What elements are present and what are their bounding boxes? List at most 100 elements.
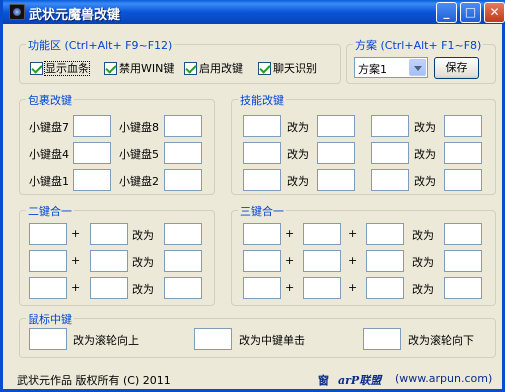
copyright-text: 武状元作品 版权所有 (C) 2011 [17, 374, 171, 387]
skill-to-input[interactable] [317, 142, 355, 164]
enable-remap-checkbox[interactable]: 启用改键 [184, 60, 243, 76]
plus-label: + [348, 254, 358, 267]
combo-key-input[interactable] [366, 277, 404, 299]
wheel-up-input[interactable] [29, 328, 67, 350]
chat-detect-checkbox[interactable]: 聊天识别 [258, 60, 317, 76]
two-key-combo-legend: 二键合一 [26, 203, 74, 219]
save-button[interactable]: 保存 [434, 57, 479, 79]
mouse-middle-legend: 鼠标中键 [26, 311, 74, 327]
numpad4-label: 小键盘4 [29, 148, 69, 161]
change-to-label: 改为 [412, 229, 434, 242]
change-to-label: 改为 [287, 121, 309, 134]
change-to-label: 改为 [414, 148, 436, 161]
combo-key-input[interactable] [29, 223, 67, 245]
numpad5-input[interactable] [164, 142, 202, 164]
skill-from-input[interactable] [243, 142, 281, 164]
change-to-label: 改为 [412, 283, 434, 296]
change-to-label: 改为 [414, 121, 436, 134]
plus-label: + [71, 254, 81, 267]
combo-key-input[interactable] [29, 277, 67, 299]
change-to-label: 改为 [414, 175, 436, 188]
plus-label: + [348, 227, 358, 240]
numpad1-label: 小键盘1 [29, 175, 69, 188]
scheme-legend: 方案 (Ctrl+Alt+ F1~F8) [353, 37, 484, 53]
maximize-button[interactable]: □ [460, 2, 481, 23]
arp-logo[interactable]: arP联盟 [338, 372, 381, 388]
skill-to-input[interactable] [444, 115, 482, 137]
checkbox-checked-icon [104, 61, 117, 75]
show-hp-bar-checkbox[interactable]: 显示血条 [30, 60, 90, 76]
plus-label: + [348, 281, 358, 294]
combo-result-input[interactable] [164, 277, 202, 299]
skill-remap-legend: 技能改键 [238, 92, 286, 108]
combo-key-input[interactable] [303, 223, 341, 245]
wheel-down-input[interactable] [363, 328, 401, 350]
website-link[interactable]: (www.arpun.com) [395, 372, 492, 385]
disable-win-key-checkbox[interactable]: 禁用WIN键 [104, 60, 174, 76]
change-to-label: 改为 [132, 283, 154, 296]
plus-label: + [71, 281, 81, 294]
numpad8-input[interactable] [164, 115, 202, 137]
middle-click-input[interactable] [194, 328, 232, 350]
change-to-label: 改为 [287, 175, 309, 188]
change-to-label: 改为 [132, 229, 154, 242]
combo-key-input[interactable] [366, 223, 404, 245]
pack-remap-legend: 包裹改键 [26, 92, 74, 108]
skill-from-input[interactable] [371, 115, 409, 137]
skill-from-input[interactable] [371, 142, 409, 164]
combo-key-input[interactable] [243, 250, 281, 272]
skill-from-input[interactable] [243, 169, 281, 191]
plus-label: + [285, 281, 295, 294]
numpad5-label: 小键盘5 [119, 148, 159, 161]
link-icon[interactable]: 窗 [318, 372, 329, 388]
title-bar[interactable]: 武状元魔兽改键 _ □ ✕ [3, 0, 505, 24]
combo-key-input[interactable] [303, 277, 341, 299]
numpad7-input[interactable] [73, 115, 111, 137]
skill-to-input[interactable] [317, 169, 355, 191]
skill-to-input[interactable] [444, 142, 482, 164]
combo-key-input[interactable] [90, 250, 128, 272]
scheme-select-value: 方案1 [358, 63, 387, 76]
skill-to-input[interactable] [444, 169, 482, 191]
three-key-combo-legend: 三键合一 [238, 203, 286, 219]
numpad8-label: 小键盘8 [119, 121, 159, 134]
minimize-button[interactable]: _ [436, 2, 457, 23]
combo-result-input[interactable] [444, 250, 482, 272]
change-to-label: 改为 [132, 256, 154, 269]
wheel-up-label: 改为滚轮向上 [73, 334, 139, 347]
checkbox-checked-icon [30, 61, 43, 75]
wheel-down-label: 改为滚轮向下 [408, 334, 474, 347]
middle-click-label: 改为中键单击 [239, 334, 305, 347]
function-area-legend: 功能区 (Ctrl+Alt+ F9~F12) [26, 37, 175, 53]
plus-label: + [71, 227, 81, 240]
combo-key-input[interactable] [90, 277, 128, 299]
combo-key-input[interactable] [303, 250, 341, 272]
combo-result-input[interactable] [164, 250, 202, 272]
combo-key-input[interactable] [243, 277, 281, 299]
skill-to-input[interactable] [317, 115, 355, 137]
app-window: 武状元魔兽改键 _ □ ✕ 功能区 (Ctrl+Alt+ F9~F12) 显示血… [0, 0, 505, 392]
change-to-label: 改为 [287, 148, 309, 161]
skill-from-input[interactable] [243, 115, 281, 137]
numpad2-input[interactable] [164, 169, 202, 191]
numpad4-input[interactable] [73, 142, 111, 164]
numpad7-label: 小键盘7 [29, 121, 69, 134]
combo-result-input[interactable] [444, 277, 482, 299]
close-button[interactable]: ✕ [484, 2, 505, 23]
plus-label: + [285, 254, 295, 267]
chevron-down-icon[interactable] [409, 59, 426, 76]
checkbox-checked-icon [184, 61, 197, 75]
scheme-select[interactable]: 方案1 [354, 57, 428, 78]
combo-key-input[interactable] [90, 223, 128, 245]
combo-result-input[interactable] [164, 223, 202, 245]
numpad1-input[interactable] [73, 169, 111, 191]
window-title: 武状元魔兽改键 [29, 8, 121, 23]
combo-key-input[interactable] [366, 250, 404, 272]
plus-label: + [285, 227, 295, 240]
combo-result-input[interactable] [444, 223, 482, 245]
app-icon[interactable] [9, 4, 25, 20]
skill-from-input[interactable] [371, 169, 409, 191]
combo-key-input[interactable] [243, 223, 281, 245]
combo-key-input[interactable] [29, 250, 67, 272]
checkbox-checked-icon [258, 61, 271, 75]
